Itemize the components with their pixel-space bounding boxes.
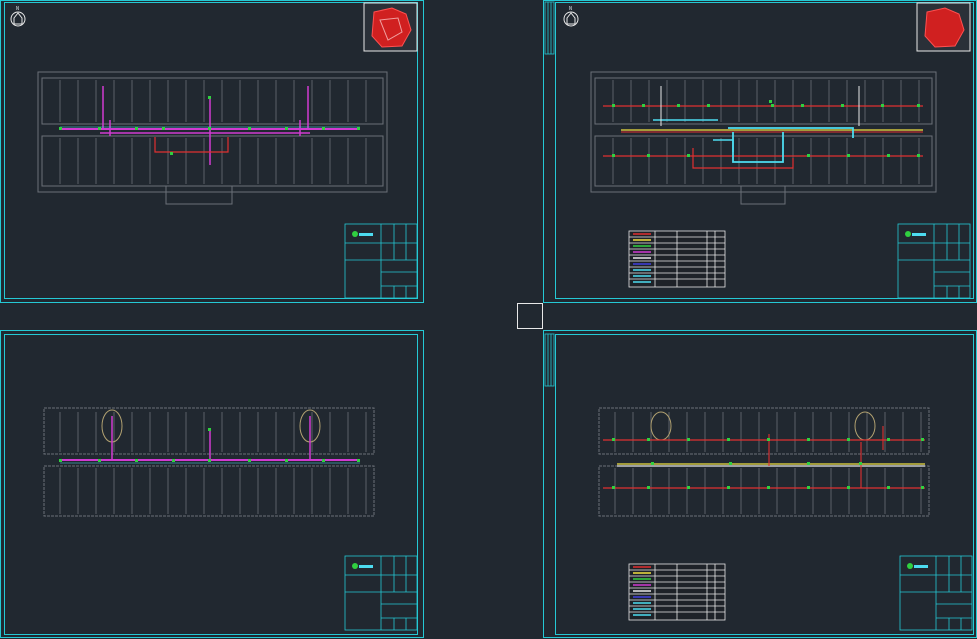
heating-piping (603, 86, 923, 169)
floor-plan (37, 71, 388, 205)
floor-plan (590, 71, 937, 205)
svg-text:N: N (16, 6, 19, 12)
site-key-plan-icon (363, 2, 418, 52)
sheet-1-canvas: N (0, 0, 424, 303)
site-key-plan-icon (916, 2, 971, 52)
sheet-4-canvas (543, 330, 977, 638)
drawing-sheet-2[interactable]: N (543, 0, 977, 304)
pipe-legend-table (628, 563, 726, 621)
sheet-outer-border (0, 330, 424, 638)
sheet-inner-border (4, 334, 418, 635)
cursor-pickbox (517, 303, 543, 329)
sheet-3-canvas (0, 330, 424, 638)
company-logo-icon (905, 231, 926, 237)
sheet-inner-border (4, 2, 418, 299)
sheet-2-canvas: N (543, 0, 977, 303)
company-logo-icon (907, 563, 928, 569)
drawing-sheet-1[interactable]: N (0, 0, 424, 304)
sheet-inner-border (555, 2, 974, 299)
floor-plan (598, 407, 930, 517)
company-logo-icon (352, 231, 373, 237)
north-arrow-icon: N (563, 6, 579, 27)
title-block (344, 555, 418, 631)
drawing-sheet-4[interactable] (543, 330, 977, 639)
sheet-outer-border (543, 0, 977, 303)
company-logo-icon (352, 563, 373, 569)
sheet-outer-border (543, 330, 977, 638)
title-block (899, 555, 973, 631)
svg-text:N: N (569, 6, 572, 12)
sheet-inner-border (555, 334, 974, 635)
binding-strip (544, 1, 555, 55)
title-block (344, 223, 418, 299)
pipe-legend-table (628, 230, 726, 288)
binding-strip (544, 333, 555, 387)
drawing-sheet-3[interactable] (0, 330, 424, 639)
title-block (897, 223, 971, 299)
north-arrow-icon: N (10, 6, 26, 27)
